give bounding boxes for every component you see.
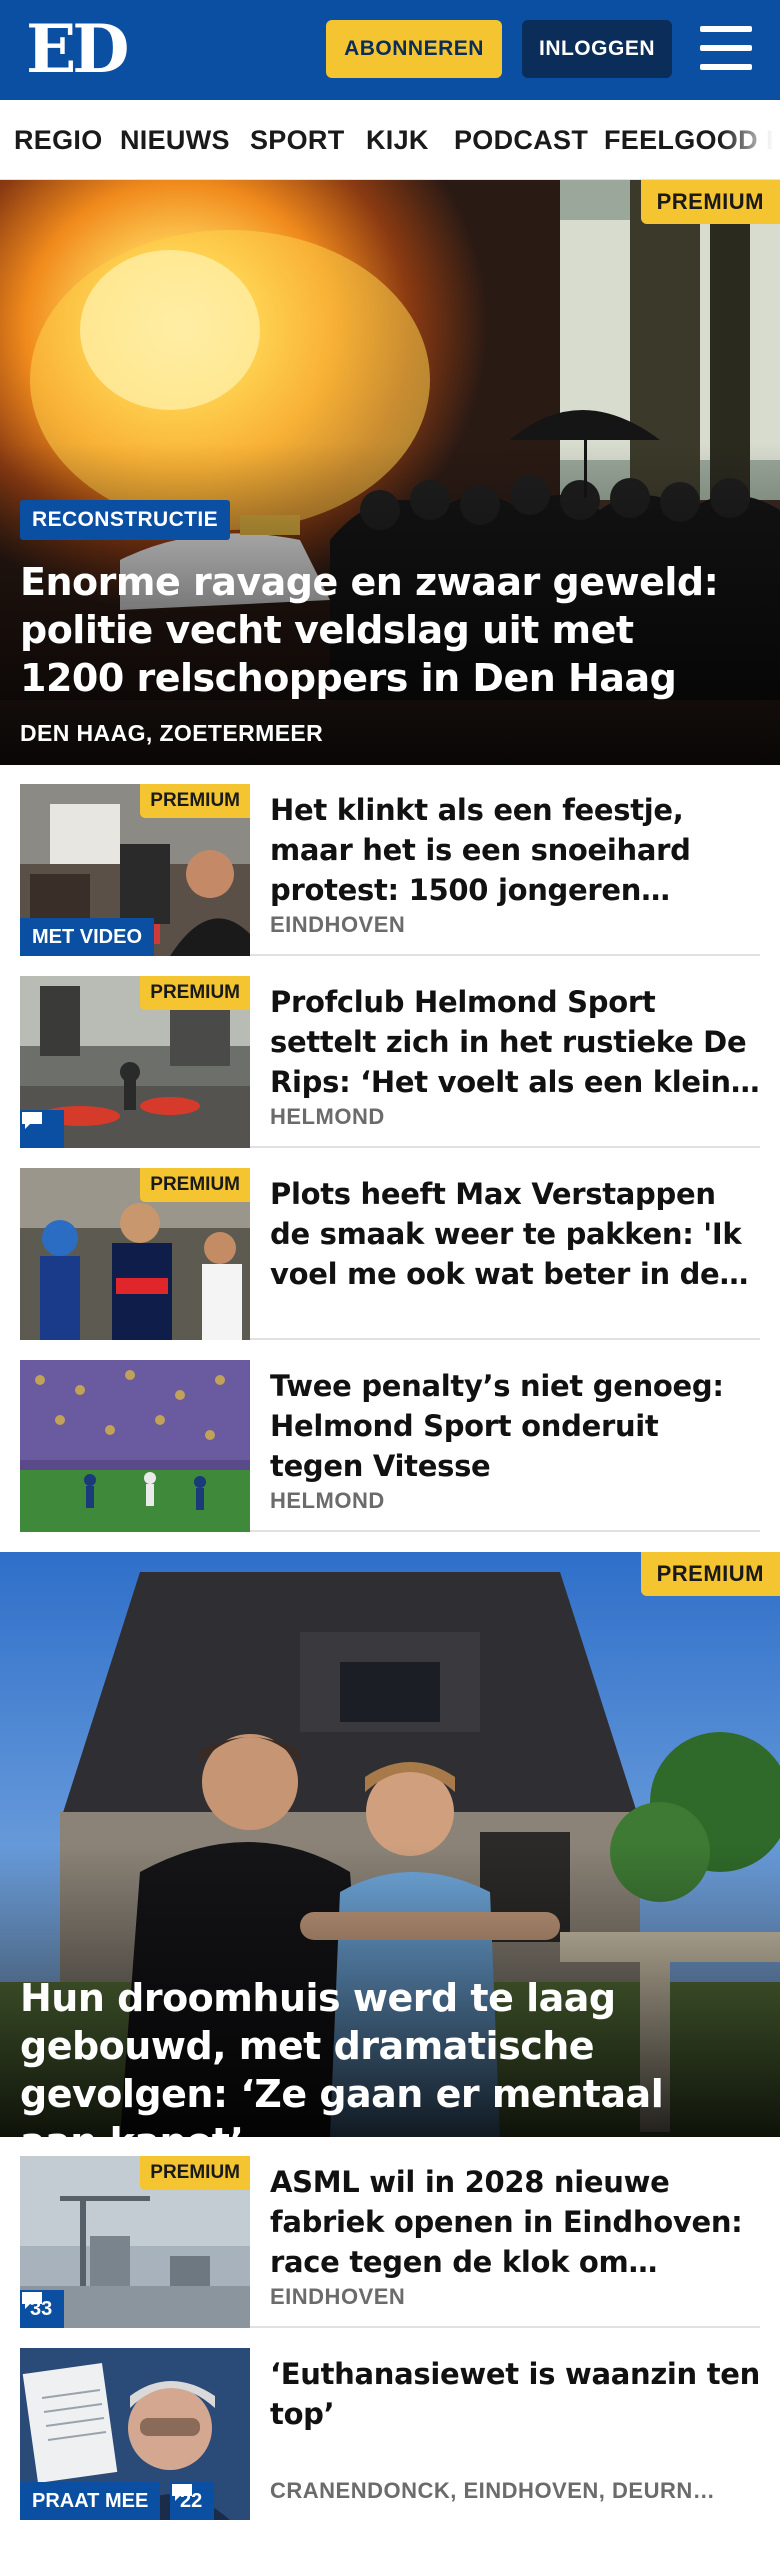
article-location: EINDHOVEN: [270, 2284, 406, 2309]
nav-item-podcast[interactable]: PODCAST: [454, 100, 588, 179]
comment-count-badge[interactable]: 33: [20, 2290, 64, 2328]
comment-icon: [22, 2292, 42, 2309]
discuss-badge[interactable]: PRAAT MEE: [20, 2482, 161, 2520]
article-location: EINDHOVEN: [270, 912, 406, 937]
article-location: CRANENDONCK, EINDHOVEN, DEURN…: [270, 2478, 716, 2503]
article-headline: Plots heeft Max Verstappen de smaak weer…: [270, 1177, 742, 1291]
article-headline: Twee penalty’s niet genoeg: Helmond Spor…: [270, 1369, 724, 1483]
nav-fade: [720, 100, 780, 179]
article-location: HELMOND: [270, 1104, 385, 1129]
list-item[interactable]: PREMIUM Plots heeft Max Verstappen de sm…: [20, 1168, 760, 1340]
site-header: ED ABONNEREN INLOGGEN: [0, 0, 780, 100]
comment-icon: [172, 2484, 192, 2501]
hero-headline: Hun droomhuis werd te laag gebouwd, met …: [20, 1976, 664, 2137]
subscribe-button[interactable]: ABONNEREN: [326, 20, 502, 78]
list-item[interactable]: PREMIUM Profclub Helmond Sport settelt z…: [20, 976, 760, 1148]
login-button[interactable]: INLOGGEN: [522, 20, 672, 78]
section-nav: REGIO NIEUWS SPORT KIJK PODCAST FEELGOOD…: [0, 100, 780, 180]
comment-count-badge[interactable]: 22: [170, 2482, 214, 2520]
hero-headline: Enorme ravage en zwaar geweld: politie v…: [20, 560, 719, 700]
logo-text: ED: [26, 10, 130, 88]
hero-article-dream-house[interactable]: PREMIUM Hun droomhuis werd te laag gebou…: [0, 1552, 780, 2137]
nav-item-regio[interactable]: REGIO: [14, 100, 103, 179]
article-thumbnail: PREMIUM MET VIDEO: [20, 784, 250, 956]
article-thumbnail: [20, 1360, 250, 1532]
article-headline: ‘Euthanasiewet is waanzin ten top’: [270, 2357, 760, 2431]
list-item[interactable]: PREMIUM 33 ASML wil in 2028 nieuwe fabri…: [20, 2156, 760, 2328]
nav-item-nieuws[interactable]: NIEUWS: [120, 100, 230, 179]
premium-badge: PREMIUM: [640, 180, 780, 224]
hero-article-riots[interactable]: PREMIUM RECONSTRUCTIE Enorme ravage en z…: [0, 180, 780, 765]
article-headline: Profclub Helmond Sport settelt zich in h…: [270, 985, 747, 1099]
premium-badge: PREMIUM: [140, 784, 250, 818]
article-location: HELMOND: [270, 1488, 385, 1513]
category-label: RECONSTRUCTIE: [20, 500, 231, 540]
article-headline: Het klinkt als een feestje, maar het is …: [270, 793, 691, 907]
premium-badge: PREMIUM: [140, 2156, 250, 2190]
premium-badge: PREMIUM: [640, 1552, 780, 1596]
list-item[interactable]: PREMIUM MET VIDEO Het klinkt als een fee…: [20, 784, 760, 956]
article-thumbnail: PREMIUM: [20, 1168, 250, 1340]
ed-logo[interactable]: ED: [26, 16, 130, 82]
article-thumbnail: PREMIUM: [20, 976, 250, 1148]
article-thumbnail: PREMIUM 33: [20, 2156, 250, 2328]
list-item[interactable]: Twee penalty’s niet genoeg: Helmond Spor…: [20, 1360, 760, 1532]
nav-item-kijk[interactable]: KIJK: [366, 100, 429, 179]
comment-badge[interactable]: [20, 1110, 64, 1148]
nav-item-sport[interactable]: SPORT: [250, 100, 345, 179]
comment-icon: [22, 1112, 42, 1129]
video-badge: MET VIDEO: [20, 918, 155, 956]
list-item[interactable]: PRAAT MEE 22 ‘Euthanasiewet is waanzin t…: [20, 2348, 760, 2520]
article-thumbnail: PRAAT MEE 22: [20, 2348, 250, 2520]
article-headline: ASML wil in 2028 nieuwe fabriek openen i…: [270, 2165, 743, 2279]
premium-badge: PREMIUM: [140, 976, 250, 1010]
premium-badge: PREMIUM: [140, 1168, 250, 1202]
hero-location: DEN HAAG, ZOETERMEER: [20, 720, 324, 746]
hamburger-menu-icon[interactable]: [700, 24, 752, 72]
